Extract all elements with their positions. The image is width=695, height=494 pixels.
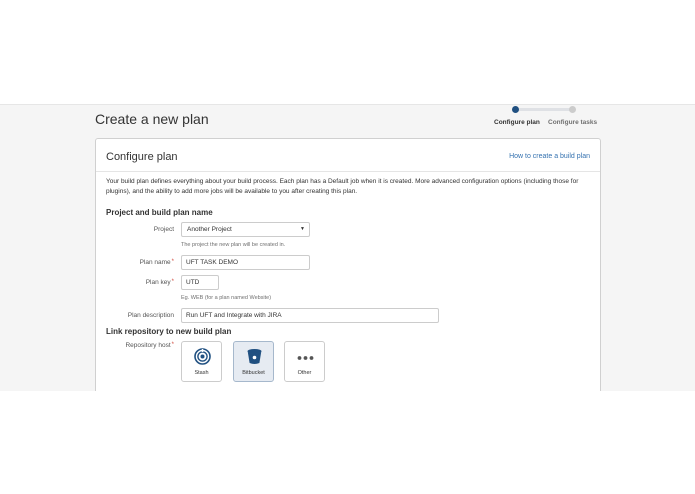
step-configure-plan: Configure plan [494,119,540,126]
project-label: Project [106,226,174,233]
plan-key-label-text: Plan key [145,279,171,286]
plan-description-label: Plan description [106,312,174,319]
project-select[interactable]: Another Project ▼ [181,222,310,237]
project-select-value: Another Project [187,226,232,233]
plan-key-hint: Eg. WEB (for a plan named Website) [181,295,272,301]
content-band: Create a new plan Configure plan Configu… [0,104,695,391]
repo-host-stash-label: Stash [194,370,209,376]
plan-name-label-text: Plan name [139,259,171,266]
configure-plan-card: Configure plan How to create a build pla… [95,138,601,391]
repo-host-bitbucket[interactable]: Bitbucket [233,341,274,382]
page-title: Create a new plan [95,111,209,127]
plan-description-input[interactable]: Run UFT and Integrate with JIRA [181,308,439,323]
repo-host-other[interactable]: Other [284,341,325,382]
more-dots-icon [297,356,314,360]
help-link-create-build-plan[interactable]: How to create a build plan [509,153,590,160]
progress-track [515,108,572,111]
plan-name-label: Plan name* [106,259,174,266]
plan-key-input[interactable]: UTD [181,275,219,290]
repo-host-stash[interactable]: Stash [181,341,222,382]
required-marker: * [171,279,174,285]
repository-host-label: Repository host* [106,342,174,349]
card-title: Configure plan [106,151,178,163]
repo-host-bitbucket-label: Bitbucket [242,370,265,376]
wizard-progress: Configure plan Configure tasks [490,105,602,135]
progress-dot-configure-tasks [569,106,576,113]
required-marker: * [171,259,174,265]
project-label-text: Project [153,226,174,233]
repo-host-other-label: Other [297,370,312,376]
intro-text: Your build plan defines everything about… [106,178,579,195]
section-heading-project: Project and build plan name [106,208,213,217]
bitbucket-icon [247,349,262,364]
repository-host-label-text: Repository host [125,342,171,349]
project-hint: The project the new plan will be created… [181,242,286,248]
step-configure-tasks: Configure tasks [548,119,598,126]
stash-icon [194,348,211,365]
dropdown-arrow-icon: ▼ [300,226,305,232]
card-divider [96,171,600,172]
progress-dot-configure-plan [512,106,519,113]
plan-name-input[interactable]: UFT TASK DEMO [181,255,310,270]
section-heading-repository: Link repository to new build plan [106,327,232,336]
plan-description-label-text: Plan description [127,312,174,319]
plan-key-label: Plan key* [106,279,174,286]
required-marker: * [171,342,174,348]
